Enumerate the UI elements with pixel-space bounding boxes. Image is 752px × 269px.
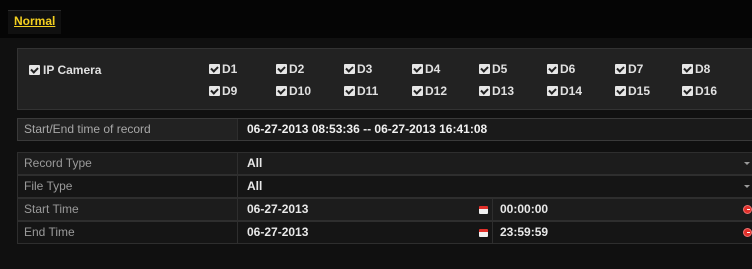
checkbox-icon: [479, 85, 490, 96]
camera-checkbox-d5[interactable]: D5: [479, 62, 507, 76]
camera-checkbox-d1[interactable]: D1: [209, 62, 237, 76]
ip-camera-checkbox[interactable]: IP Camera: [29, 63, 101, 77]
start-time-label: Start Time: [18, 199, 238, 220]
checkbox-icon: [29, 64, 40, 75]
camera-label: D3: [357, 62, 373, 76]
field-divider: [492, 199, 493, 220]
end-time-row: End Time 06-27-2013 23:59:59: [17, 221, 752, 244]
camera-label: D9: [222, 84, 238, 98]
tab-normal-label: Normal: [14, 14, 56, 28]
camera-checkbox-d10[interactable]: D10: [276, 84, 311, 98]
ip-camera-label: IP Camera: [43, 63, 102, 77]
checkbox-icon: [547, 85, 558, 96]
checkbox-icon: [276, 85, 287, 96]
checkbox-icon: [547, 63, 558, 74]
camera-label: D10: [289, 84, 312, 98]
record-type-label: Record Type: [18, 153, 238, 174]
camera-label: D2: [289, 62, 305, 76]
checkbox-icon: [682, 63, 693, 74]
camera-label: D16: [695, 84, 718, 98]
tab-bar: Normal: [0, 0, 752, 38]
camera-checkbox-d3[interactable]: D3: [344, 62, 372, 76]
start-time-field[interactable]: 00:00:00: [500, 199, 548, 220]
field-divider: [492, 222, 493, 243]
record-range-label: Start/End time of record: [18, 119, 238, 140]
camera-checkbox-d8[interactable]: D8: [682, 62, 710, 76]
chevron-down-icon[interactable]: [744, 162, 750, 165]
camera-label: D15: [628, 84, 651, 98]
camera-label: D6: [560, 62, 576, 76]
tab-normal[interactable]: Normal: [8, 10, 62, 34]
camera-label: D7: [628, 62, 644, 76]
camera-label: D8: [695, 62, 711, 76]
calendar-icon[interactable]: [479, 206, 488, 214]
camera-label: D12: [425, 84, 448, 98]
checkbox-icon: [615, 85, 626, 96]
camera-checkbox-d11[interactable]: D11: [344, 84, 378, 98]
record-range-row: Start/End time of record 06-27-2013 08:5…: [17, 118, 752, 141]
checkbox-icon: [412, 85, 423, 96]
camera-checkbox-d2[interactable]: D2: [276, 62, 304, 76]
camera-checkbox-d7[interactable]: D7: [615, 62, 643, 76]
camera-checkbox-d6[interactable]: D6: [547, 62, 575, 76]
file-type-label: File Type: [18, 176, 238, 197]
camera-label: D14: [560, 84, 583, 98]
file-type-select[interactable]: All: [247, 176, 262, 197]
checkbox-icon: [682, 85, 693, 96]
record-type-row: Record Type All: [17, 152, 752, 175]
file-type-row: File Type All: [17, 175, 752, 198]
camera-checkbox-d12[interactable]: D12: [412, 84, 447, 98]
record-range-value: 06-27-2013 08:53:36 -- 06-27-2013 16:41:…: [247, 122, 488, 136]
camera-checkbox-d16[interactable]: D16: [682, 84, 717, 98]
search-panel: Normal IP Camera D1 D2 D3 D4 D5 D6 D7 D8…: [0, 0, 752, 269]
checkbox-icon: [276, 63, 287, 74]
checkbox-icon: [209, 63, 220, 74]
record-type-select[interactable]: All: [247, 153, 262, 174]
checkbox-icon: [615, 63, 626, 74]
chevron-down-icon[interactable]: [744, 185, 750, 188]
checkbox-icon: [344, 85, 355, 96]
camera-checkbox-d14[interactable]: D14: [547, 84, 582, 98]
camera-checkbox-d15[interactable]: D15: [615, 84, 650, 98]
camera-label: D11: [357, 84, 379, 98]
checkbox-icon: [344, 63, 355, 74]
end-time-label: End Time: [18, 222, 238, 243]
checkbox-icon: [209, 85, 220, 96]
end-date-field[interactable]: 06-27-2013: [247, 222, 308, 243]
clock-icon[interactable]: [743, 205, 752, 214]
start-date-field[interactable]: 06-27-2013: [247, 199, 308, 220]
camera-checkbox-d13[interactable]: D13: [479, 84, 514, 98]
checkbox-icon: [479, 63, 490, 74]
camera-label: D4: [425, 62, 441, 76]
camera-label: D5: [492, 62, 508, 76]
camera-checkbox-d9[interactable]: D9: [209, 84, 237, 98]
camera-label: D1: [222, 62, 238, 76]
checkbox-icon: [412, 63, 423, 74]
clock-icon[interactable]: [743, 228, 752, 237]
end-time-field[interactable]: 23:59:59: [500, 222, 548, 243]
camera-checkbox-d4[interactable]: D4: [412, 62, 440, 76]
start-time-row: Start Time 06-27-2013 00:00:00: [17, 198, 752, 221]
camera-selection-panel: IP Camera D1 D2 D3 D4 D5 D6 D7 D8 D9 D10…: [17, 48, 752, 110]
calendar-icon[interactable]: [479, 229, 488, 237]
camera-label: D13: [492, 84, 515, 98]
